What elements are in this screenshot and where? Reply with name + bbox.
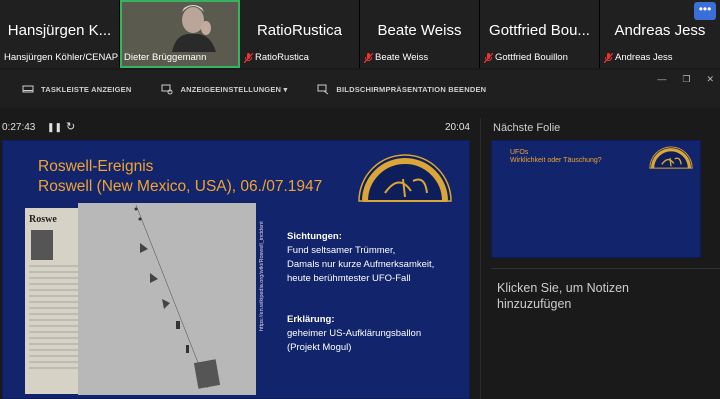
participant-label: Beate Weiss: [363, 52, 429, 63]
participant-label: Andreas Jess: [603, 52, 673, 63]
participant-label: Gottfried Bouillon: [483, 52, 568, 63]
participant-name-large: RatioRustica: [256, 22, 343, 39]
slide-text-line: Damals nur kurze Aufmerksamkeit,: [287, 259, 435, 270]
presenter-toolbar: TASKLEISTE ANZEIGEN ANZEIGEEINSTELLUNGEN…: [0, 70, 720, 108]
image-source-url: https://en.wikipedia.org/wiki/Roswell_in…: [259, 221, 265, 331]
display-settings-icon: [161, 84, 173, 95]
slide-text-line: geheimer US-Aufklärungsballon: [287, 328, 422, 339]
participant-tile[interactable]: Beate Weiss Beate Weiss: [360, 0, 480, 68]
participant-label-text: Hansjürgen Köhler/CENAP: [4, 52, 119, 63]
participant-tile[interactable]: Hansjürgen K... Hansjürgen Köhler/CENAP: [0, 0, 120, 68]
speaker-video: [166, 2, 226, 52]
current-time: 20:04: [444, 122, 470, 133]
presenter-side-panel: Nächste Folie UFOs Wirklichkeit oder Täu…: [480, 118, 720, 399]
slide-text-line: heute berühmtester UFO-Fall: [287, 273, 411, 284]
restore-button[interactable]: ❐: [682, 74, 690, 85]
display-settings-button[interactable]: ANZEIGEEINSTELLUNGEN ▾: [161, 83, 287, 95]
mic-muted-icon: [243, 52, 254, 63]
next-slide-subtitle: Wirklichkeit oder Täuschung?: [510, 157, 602, 164]
end-presentation-icon: [317, 84, 329, 95]
participant-label-text: Gottfried Bouillon: [495, 52, 568, 63]
taskbar-icon: [22, 85, 34, 93]
slide-text-line: (Projekt Mogul): [287, 342, 352, 353]
divider: [491, 268, 720, 269]
mic-muted-icon: [483, 52, 494, 63]
speaker-notes-field[interactable]: Klicken Sie, um Notizen hinzuzufügen: [497, 280, 697, 312]
end-presentation-label: BILDSCHIRMPRÄSENTATION BEENDEN: [336, 84, 487, 94]
participant-name-large: Hansjürgen K...: [7, 22, 112, 39]
newspaper-image: Roswe: [25, 208, 85, 394]
slide-subtitle: Roswell (New Mexico, USA), 06./07.1947: [38, 178, 323, 195]
slide-title: Roswell-Ereignis: [38, 158, 154, 175]
display-settings-label: ANZEIGEEINSTELLUNGEN ▾: [180, 84, 288, 94]
pause-button[interactable]: ❚❚: [47, 122, 62, 133]
next-slide-preview[interactable]: UFOs Wirklichkeit oder Täuschung?: [491, 140, 701, 258]
elapsed-time: 0:27:43: [2, 122, 36, 133]
participant-label-text: RatioRustica: [255, 52, 309, 63]
presentation-timer-bar: 0:27:43 ❚❚ ↻ 20:04: [0, 118, 478, 138]
close-button[interactable]: ✕: [706, 74, 714, 85]
show-taskbar-button[interactable]: TASKLEISTE ANZEIGEN: [22, 83, 131, 95]
explanation-heading: Erklärung:: [287, 314, 335, 325]
current-slide: Roswell-Ereignis Roswell (New Mexico, US…: [2, 140, 470, 399]
participant-strip: Hansjürgen K... Hansjürgen Köhler/CENAP …: [0, 0, 720, 68]
reset-timer-button[interactable]: ↻: [66, 120, 75, 133]
participant-label-text: Beate Weiss: [375, 52, 429, 63]
balloon-photo: [78, 203, 256, 395]
next-slide-label: Nächste Folie: [493, 122, 561, 134]
participant-tile[interactable]: ••• Andreas Jess Andreas Jess: [600, 0, 720, 68]
show-taskbar-label: TASKLEISTE ANZEIGEN: [41, 84, 132, 94]
participant-tile[interactable]: RatioRustica RatioRustica: [240, 0, 360, 68]
svg-text:Roswe: Roswe: [29, 214, 57, 225]
window-controls: — ❐ ✕: [657, 74, 714, 85]
more-options-button[interactable]: •••: [694, 2, 716, 20]
participant-name-large: Beate Weiss: [377, 22, 462, 39]
participant-tile[interactable]: Gottfried Bou... Gottfried Bouillon: [480, 0, 600, 68]
org-logo-small: [649, 146, 693, 169]
participant-tile-active-speaker[interactable]: Dieter Brüggemann: [120, 0, 240, 68]
participant-label: Dieter Brüggemann: [124, 52, 206, 63]
participant-label: Hansjürgen Köhler/CENAP: [4, 52, 118, 63]
org-logo: [358, 154, 452, 202]
participant-label-text: Dieter Brüggemann: [124, 52, 207, 63]
end-presentation-button[interactable]: BILDSCHIRMPRÄSENTATION BEENDEN: [317, 83, 486, 95]
participant-name-large: Andreas Jess: [614, 22, 706, 39]
slide-text-line: Fund seltsamer Trümmer,: [287, 245, 396, 256]
participant-name-large: Gottfried Bou...: [489, 22, 590, 39]
participant-label: RatioRustica: [243, 52, 309, 63]
participant-label-text: Andreas Jess: [615, 52, 673, 63]
minimize-button[interactable]: —: [657, 74, 666, 85]
next-slide-title: UFOs: [510, 149, 529, 156]
sightings-heading: Sichtungen:: [287, 231, 342, 242]
mic-muted-icon: [363, 52, 374, 63]
mic-muted-icon: [603, 52, 614, 63]
